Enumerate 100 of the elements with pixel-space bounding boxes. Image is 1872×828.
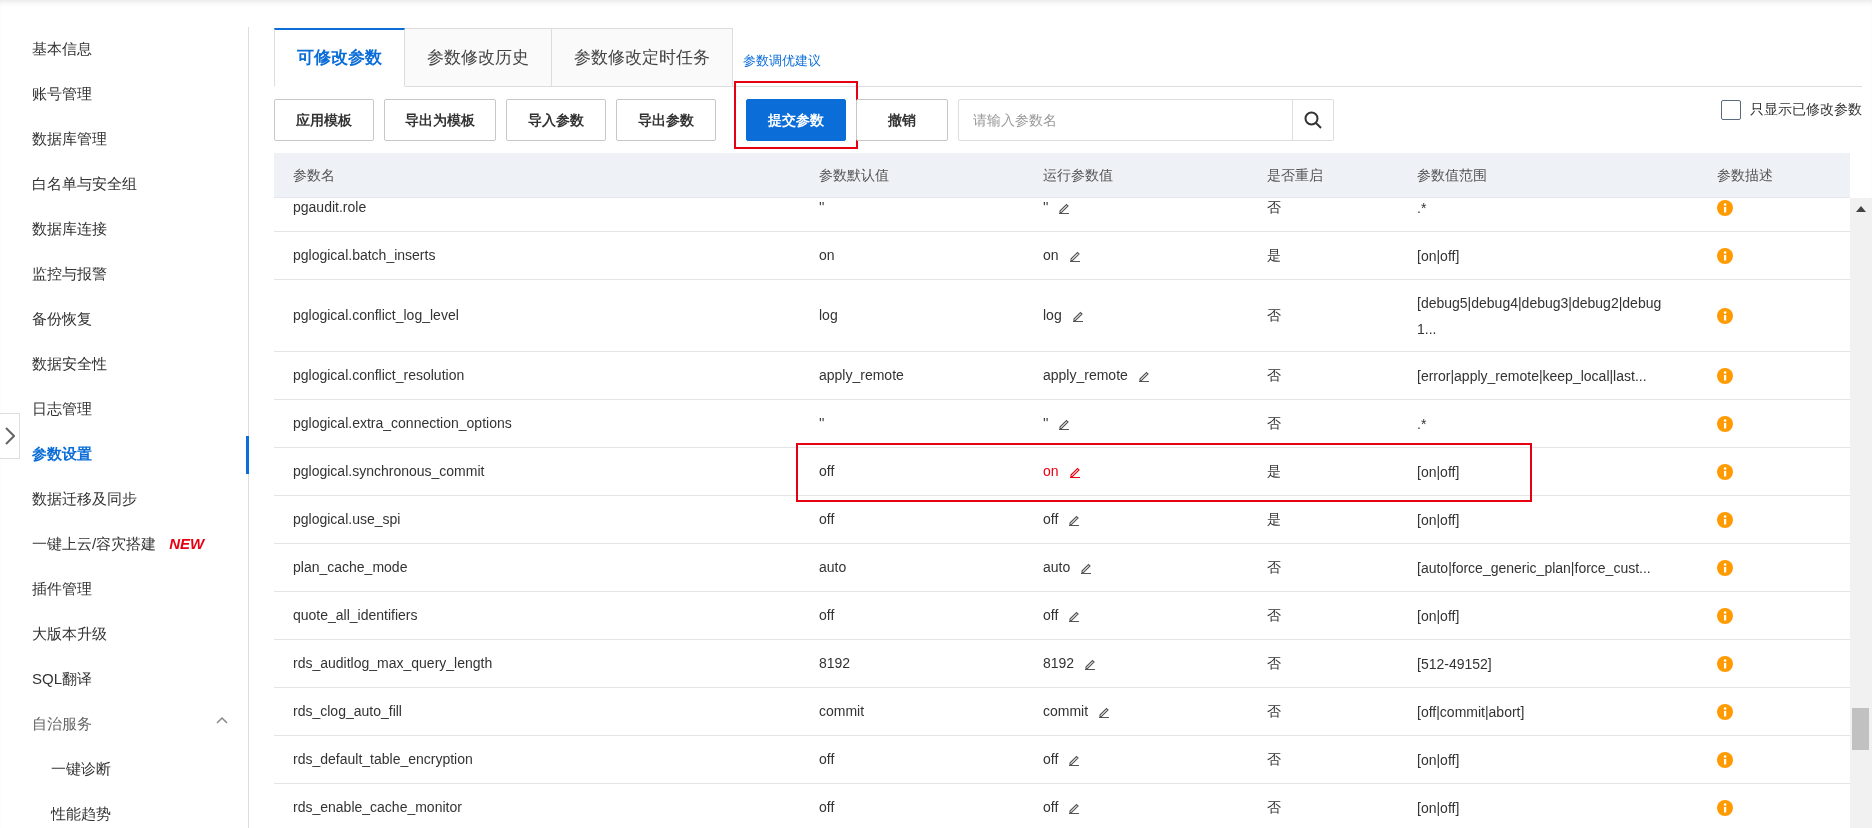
edit-icon[interactable] xyxy=(1058,417,1071,430)
edit-icon[interactable] xyxy=(1068,465,1081,478)
table-cell-text: off xyxy=(818,750,836,769)
toolbar-button[interactable]: 导出为模板 xyxy=(384,99,496,141)
search-field[interactable]: 请输入参数名 xyxy=(958,99,1293,141)
tab[interactable]: 参数修改历史 xyxy=(405,28,552,87)
table-cell-text: [on|off] xyxy=(1416,798,1461,818)
table-cell-text: on xyxy=(818,246,836,265)
table-cell-text: [error|apply_remote|keep_local|last... xyxy=(1416,366,1648,386)
checkbox[interactable] xyxy=(1721,99,1741,120)
table-cell-text: [on|off] xyxy=(1416,510,1461,530)
table-cell-text: auto xyxy=(1043,558,1071,577)
column-header: 参数描述 xyxy=(1716,165,1774,185)
table-cell-text: pglogical.conflict_log_level xyxy=(292,306,460,325)
edit-icon[interactable] xyxy=(1068,513,1081,526)
sidebar-item[interactable]: 自治服务 xyxy=(32,713,92,736)
sidebar-item[interactable]: SQL翻译 xyxy=(32,668,92,691)
sidebar-item[interactable]: 账号管理 xyxy=(32,83,92,106)
table-cell-text: [debug5|debug4|debug3|debug2|debug1... xyxy=(1416,293,1663,339)
sidebar-item[interactable]: 大版本升级 xyxy=(32,623,107,646)
table-cell-text: apply_remote xyxy=(818,366,905,385)
table-cell-text: pglogical.batch_inserts xyxy=(292,246,437,265)
table-cell-text: [512-49152] xyxy=(1416,654,1493,674)
column-header: 是否重启 xyxy=(1266,165,1324,185)
sidebar-item[interactable]: 备份恢复 xyxy=(32,308,92,331)
active-indicator xyxy=(246,436,249,474)
edit-icon[interactable] xyxy=(1058,201,1071,214)
table-cell-text: off xyxy=(1043,510,1059,529)
checkbox-label: 只显示已修改参数 xyxy=(1750,100,1862,119)
sidebar-item[interactable]: 一键上云/容灾搭建 xyxy=(32,533,157,556)
sidebar-item[interactable]: 数据库连接 xyxy=(32,218,107,241)
table-cell-text: auto xyxy=(818,558,848,577)
scrollbar[interactable] xyxy=(1850,198,1872,828)
table-cell-text: off xyxy=(1043,798,1059,817)
edit-icon[interactable] xyxy=(1084,657,1097,670)
sidebar-item[interactable]: 数据迁移及同步 xyxy=(32,488,137,511)
sidebar-item[interactable]: 基本信息 xyxy=(32,38,92,61)
sidebar-item[interactable]: 监控与报警 xyxy=(32,263,107,286)
edit-icon[interactable] xyxy=(1068,609,1081,622)
toolbar-button[interactable]: 撤销 xyxy=(856,99,948,141)
edit-icon[interactable] xyxy=(1068,249,1081,262)
scrollbar-thumb[interactable] xyxy=(1852,708,1869,750)
sidebar-item[interactable]: 一键诊断 xyxy=(51,758,111,781)
table-cell-text: [on|off] xyxy=(1416,606,1461,626)
table-cell-text: 否 xyxy=(1266,702,1282,721)
toolbar-button[interactable]: 导出参数 xyxy=(616,99,716,141)
sidebar-item[interactable]: 数据库管理 xyxy=(32,128,107,151)
table-cell-text: '' xyxy=(1043,198,1049,217)
toolbar-button[interactable]: 应用模板 xyxy=(274,99,374,141)
edit-icon[interactable] xyxy=(1137,369,1150,382)
table-cell-text: 否 xyxy=(1266,306,1282,325)
table-cell-text: log xyxy=(1043,306,1062,325)
table-cell-text: pglogical.synchronous_commit xyxy=(292,462,486,481)
table-cell-text: on xyxy=(1043,246,1059,265)
edit-icon[interactable] xyxy=(1068,753,1081,766)
table-cell-text: 否 xyxy=(1266,654,1282,673)
edit-icon[interactable] xyxy=(1068,801,1081,814)
table-cell-text: quote_all_identifiers xyxy=(292,606,419,625)
table-cell-text: rds_clog_auto_fill xyxy=(292,702,403,721)
table-cell-text: [on|off] xyxy=(1416,246,1461,266)
scroll-up-icon[interactable] xyxy=(1856,206,1866,212)
tab[interactable]: 参数修改定时任务 xyxy=(552,28,733,87)
tuning-advice-link[interactable]: 参数调优建议 xyxy=(743,50,821,70)
expand-handle[interactable] xyxy=(0,413,20,459)
search-icon xyxy=(1304,111,1322,129)
table-cell-text: off xyxy=(818,462,836,481)
table-cell-text: '' xyxy=(1043,414,1049,433)
sidebar-item[interactable]: 日志管理 xyxy=(32,398,92,421)
column-header: 参数值范围 xyxy=(1416,165,1488,185)
edit-icon[interactable] xyxy=(1098,705,1111,718)
table-cell-text: rds_enable_cache_monitor xyxy=(292,798,463,817)
table-cell-text: [off|commit|abort] xyxy=(1416,702,1526,722)
edit-icon[interactable] xyxy=(1080,561,1093,574)
table-cell-text: 否 xyxy=(1266,414,1282,433)
sidebar-item[interactable]: 参数设置 xyxy=(32,443,92,466)
toolbar-button[interactable]: 提交参数 xyxy=(746,99,846,141)
sidebar-item[interactable]: 白名单与安全组 xyxy=(32,173,137,196)
toolbar-button[interactable]: 导入参数 xyxy=(506,99,606,141)
table-cell-text: pglogical.conflict_resolution xyxy=(292,366,466,385)
sidebar-item[interactable]: 插件管理 xyxy=(32,578,92,601)
table-cell-text: off xyxy=(818,606,836,625)
table-cell-text: [auto|force_generic_plan|force_cust... xyxy=(1416,558,1652,578)
column-header: 参数名 xyxy=(292,165,336,185)
table-cell-text: 否 xyxy=(1266,798,1282,817)
sidebar-item[interactable]: 性能趋势 xyxy=(51,803,111,826)
sidebar-item[interactable]: 数据安全性 xyxy=(32,353,107,376)
table-cell-text: off xyxy=(1043,606,1059,625)
table-cell-text: 是 xyxy=(1266,510,1282,529)
table-cell-text: rds_default_table_encryption xyxy=(292,750,474,769)
tab[interactable]: 可修改参数 xyxy=(274,28,405,87)
table-cell-text: [on|off] xyxy=(1416,462,1461,482)
table-cell-text: '' xyxy=(818,414,826,433)
chevron-up-icon[interactable] xyxy=(216,716,228,724)
search-button[interactable] xyxy=(1293,99,1334,141)
table-cell-text: 否 xyxy=(1266,750,1282,769)
chevron-right-icon xyxy=(4,427,15,445)
table-cell-text: log xyxy=(818,306,839,325)
table-cell-text: 否 xyxy=(1266,366,1282,385)
edit-icon[interactable] xyxy=(1071,309,1084,322)
table-cell-text: 否 xyxy=(1266,606,1282,625)
